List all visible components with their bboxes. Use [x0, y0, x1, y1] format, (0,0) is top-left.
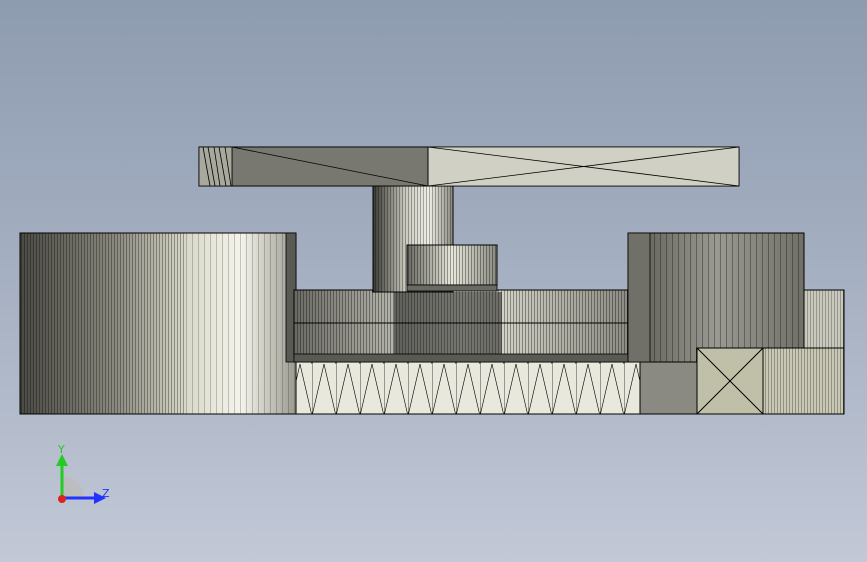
3d-viewport[interactable]: Y Z	[0, 0, 867, 562]
base-plate	[284, 361, 698, 415]
origin-dot	[58, 495, 66, 503]
z-axis-label: Z	[102, 487, 110, 500]
coordinate-triad: Y Z	[40, 438, 130, 518]
cad-model	[19, 146, 845, 415]
xy-plane-quadrant	[62, 476, 84, 498]
left-cylinder	[19, 232, 297, 415]
top-plate	[198, 146, 740, 187]
gear-band	[293, 289, 631, 363]
y-axis-label: Y	[57, 443, 65, 456]
small-gear	[406, 244, 498, 292]
